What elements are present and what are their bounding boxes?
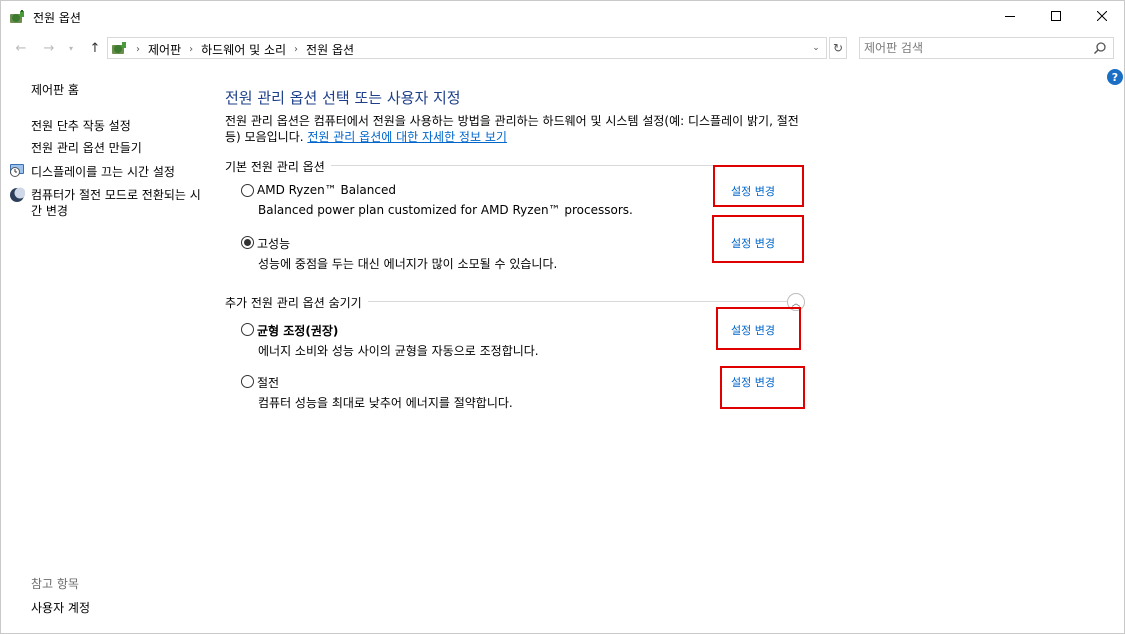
- breadcrumb-separator-icon[interactable]: ›: [294, 44, 298, 55]
- page-description: 전원 관리 옵션은 컴퓨터에서 전원을 사용하는 방법을 관리하는 하드웨어 및…: [225, 113, 805, 145]
- plan-description: Balanced power plan customized for AMD R…: [258, 203, 633, 217]
- plan-name[interactable]: 절전: [257, 374, 279, 391]
- change-settings-link-high-performance[interactable]: 설정 변경: [731, 235, 775, 251]
- page-title: 전원 관리 옵션 선택 또는 사용자 지정: [225, 89, 461, 107]
- control-panel-icon: [112, 42, 126, 54]
- maximize-icon: [1051, 11, 1061, 21]
- search-input[interactable]: [864, 40, 1084, 56]
- refresh-icon: ↻: [832, 41, 844, 55]
- sidebar-item-control-panel-home[interactable]: 제어판 홈: [31, 81, 79, 98]
- change-settings-link-amd-ryzen-balanced[interactable]: 설정 변경: [731, 183, 775, 199]
- arrow-up-icon: ↑: [89, 40, 101, 56]
- breadcrumb-separator-icon[interactable]: ›: [189, 44, 193, 55]
- close-button[interactable]: [1079, 1, 1125, 31]
- plan-radio-high-performance[interactable]: [241, 236, 254, 249]
- arrow-right-icon: →: [43, 40, 55, 56]
- secondary-plans-title[interactable]: 추가 전원 관리 옵션 숨기기: [225, 294, 368, 311]
- more-info-link[interactable]: 전원 관리 옵션에 대한 자세한 정보 보기: [307, 130, 507, 144]
- sidebar-item-create-power-plan[interactable]: 전원 관리 옵션 만들기: [31, 139, 142, 156]
- plan-description: 에너지 소비와 성능 사이의 균형을 자동으로 조정합니다.: [258, 344, 539, 358]
- sidebar-item-power-button-settings[interactable]: 전원 단추 작동 설정: [31, 117, 131, 134]
- forward-button[interactable]: →: [39, 39, 59, 57]
- sidebar-item-user-accounts[interactable]: 사용자 계정: [31, 599, 90, 616]
- window-title: 전원 옵션: [33, 11, 81, 25]
- sidebar-item-display-off-time[interactable]: 디스플레이를 끄는 시간 설정: [31, 163, 175, 180]
- up-button[interactable]: ↑: [85, 39, 105, 57]
- back-button[interactable]: ←: [11, 39, 31, 57]
- navigation-bar: ← → ▾ ↑ › 제어판 › 하드웨어 및 소리 › 전원 옵션 ⌄ ↻: [1, 35, 1124, 61]
- see-also-title: 참고 항목: [31, 577, 79, 591]
- minimize-icon: [1005, 16, 1015, 17]
- search-icon[interactable]: [1093, 41, 1107, 55]
- plan-radio-power-saver[interactable]: [241, 375, 254, 388]
- minimize-button[interactable]: [987, 1, 1033, 31]
- moon-icon: [10, 187, 25, 202]
- plan-radio-balanced[interactable]: [241, 323, 254, 336]
- breadcrumb-separator-icon[interactable]: ›: [136, 44, 140, 55]
- change-settings-link-balanced[interactable]: 설정 변경: [731, 322, 775, 338]
- search-box[interactable]: [859, 37, 1114, 59]
- plan-description: 성능에 중점을 두는 대신 에너지가 많이 소모될 수 있습니다.: [258, 257, 558, 271]
- address-dropdown-button[interactable]: ⌄: [808, 40, 824, 56]
- arrow-left-icon: ←: [15, 40, 27, 56]
- power-options-window: 전원 옵션 ← → ▾ ↑ › 제어판 › 하드웨어 및 소리 › 전원 옵션 …: [0, 0, 1125, 634]
- primary-plans-title: 기본 전원 관리 옵션: [225, 158, 331, 175]
- plan-radio-amd-ryzen-balanced[interactable]: [241, 184, 254, 197]
- plan-name[interactable]: AMD Ryzen™ Balanced: [257, 183, 396, 197]
- plan-name[interactable]: 균형 조정(권장): [257, 322, 338, 339]
- maximize-button[interactable]: [1033, 1, 1079, 31]
- change-settings-link-power-saver[interactable]: 설정 변경: [731, 374, 775, 390]
- plan-name[interactable]: 고성능: [257, 235, 290, 252]
- close-icon: [1097, 11, 1107, 21]
- breadcrumb: › 제어판 › 하드웨어 및 소리 › 전원 옵션: [132, 41, 354, 58]
- recent-locations-button[interactable]: ▾: [65, 39, 77, 57]
- plan-description: 컴퓨터 성능을 최대로 낮추어 에너지를 절약합니다.: [258, 396, 513, 410]
- sidebar: 제어판 홈 전원 단추 작동 설정 전원 관리 옵션 만들기 디스플레이를 끄는…: [1, 61, 211, 634]
- breadcrumb-power-options[interactable]: 전원 옵션: [306, 41, 354, 58]
- refresh-button[interactable]: ↻: [829, 37, 847, 59]
- chevron-down-icon: ⌄: [812, 43, 820, 53]
- breadcrumb-hardware-sound[interactable]: 하드웨어 및 소리: [201, 41, 286, 58]
- power-options-icon: [10, 10, 24, 23]
- title-bar: 전원 옵션: [1, 1, 1124, 32]
- chevron-down-icon: ▾: [68, 43, 73, 53]
- display-clock-icon: [10, 164, 24, 177]
- help-button[interactable]: ?: [1107, 69, 1123, 85]
- sidebar-item-sleep-time[interactable]: 컴퓨터가 절전 모드로 전환되는 시간 변경: [31, 187, 201, 219]
- address-bar[interactable]: › 제어판 › 하드웨어 및 소리 › 전원 옵션 ⌄: [107, 37, 827, 59]
- breadcrumb-control-panel[interactable]: 제어판: [148, 41, 181, 58]
